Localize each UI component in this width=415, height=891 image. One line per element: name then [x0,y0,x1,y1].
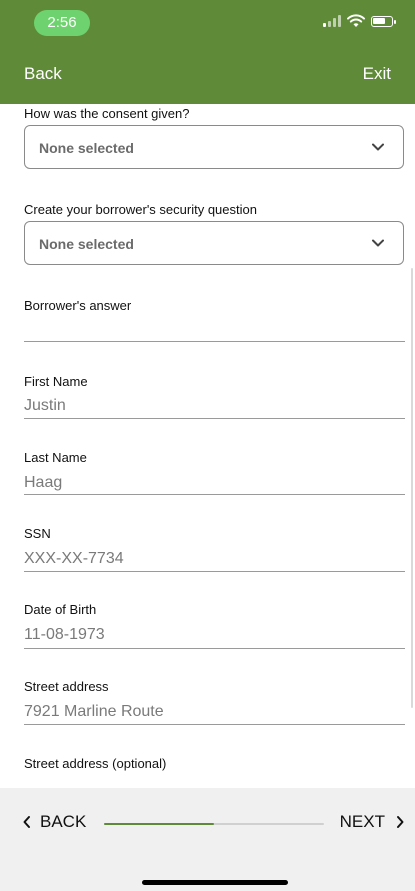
back-button-label: BACK [40,812,87,831]
exit-link[interactable]: Exit [363,64,391,84]
home-indicator [142,880,288,885]
ssn-input[interactable]: XXX-XX-7734 [24,550,124,568]
progress-fill [104,823,214,825]
back-button[interactable]: BACK [22,812,86,832]
dob-label: Date of Birth [24,602,97,617]
dob-underline [24,648,405,649]
signal-icon [323,15,341,27]
ssn-underline [24,571,405,572]
dob-input[interactable]: 11-08-1973 [24,626,105,644]
app-header: 2:56 Back Exit [0,0,415,104]
screen: 2:56 Back Exit How was the consent given… [0,0,415,891]
answer-underline [24,341,405,342]
progress-bar [104,823,324,825]
consent-select[interactable]: None selected [24,125,404,169]
chevron-down-icon [372,143,384,151]
first-name-label: First Name [24,374,88,389]
back-link[interactable]: Back [24,64,62,84]
security-question-label: Create your borrower's security question [24,202,257,217]
ssn-label: SSN [24,526,51,541]
security-question-select[interactable]: None selected [24,221,404,265]
answer-label: Borrower's answer [24,298,132,313]
security-question-select-value: None selected [39,236,134,252]
next-button[interactable]: NEXT [340,812,405,832]
status-bar: 2:56 [0,0,415,48]
first-name-underline [24,418,405,419]
battery-icon [371,15,396,27]
street2-label: Street address (optional) [24,756,167,771]
street-input[interactable]: 7921 Marline Route [24,703,164,721]
chevron-right-icon [397,816,404,828]
chevron-down-icon [372,239,384,247]
chevron-left-icon [23,816,30,828]
last-name-label: Last Name [24,450,87,465]
street-label: Street address [24,679,109,694]
bottom-nav: BACK NEXT [0,788,415,891]
last-name-input[interactable]: Haag [24,474,62,492]
status-icons [323,14,396,28]
next-button-label: NEXT [339,812,385,831]
status-time: 2:56 [34,10,90,36]
scrollbar[interactable] [411,268,413,708]
first-name-input[interactable]: Justin [24,397,66,415]
consent-label: How was the consent given? [24,106,190,121]
last-name-underline [24,494,405,495]
borrower-form: How was the consent given? None selected… [0,104,415,788]
street-underline [24,724,405,725]
consent-select-value: None selected [39,140,134,156]
wifi-icon [347,14,365,27]
